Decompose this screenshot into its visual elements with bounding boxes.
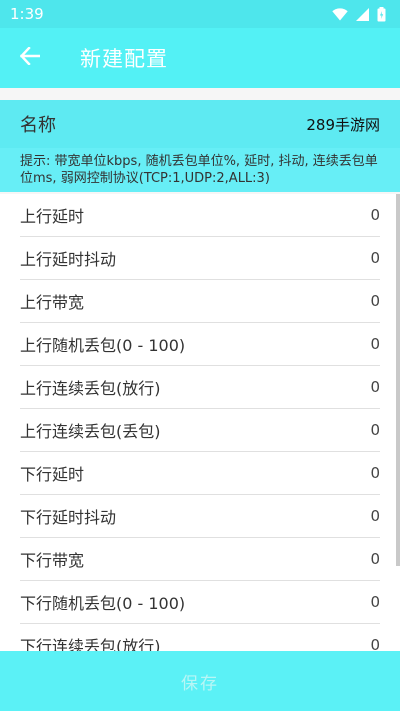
setting-row[interactable]: 上行带宽 0 [20, 280, 380, 323]
name-label: 名称 [20, 115, 56, 136]
setting-label: 上行连续丢包(放行) [20, 379, 161, 398]
setting-value[interactable]: 0 [370, 636, 380, 651]
setting-label: 上行连续丢包(丢包) [20, 422, 161, 441]
setting-row[interactable]: 上行延时 0 [20, 194, 380, 237]
setting-value[interactable]: 0 [370, 206, 380, 224]
save-label: 保存 [181, 673, 219, 694]
page-title: 新建配置 [80, 47, 168, 71]
hint-text: 提示: 带宽单位kbps, 随机丢包单位%, 延时, 抖动, 连续丢包单位ms,… [0, 148, 400, 192]
setting-value[interactable]: 0 [370, 249, 380, 267]
settings-list[interactable]: 上行延时 0 上行延时抖动 0 上行带宽 0 上行随机丢包(0 - 100) 0 上行连续丢包(… [0, 194, 400, 651]
setting-row[interactable]: 上行延时抖动 0 [20, 237, 380, 280]
scrollbar[interactable] [396, 194, 400, 566]
wifi-icon [332, 7, 348, 21]
back-button[interactable] [0, 28, 60, 88]
setting-row[interactable]: 上行随机丢包(0 - 100) 0 [20, 323, 380, 366]
setting-label: 上行随机丢包(0 - 100) [20, 336, 186, 355]
setting-value[interactable]: 0 [370, 378, 380, 396]
setting-value[interactable]: 0 [370, 464, 380, 482]
status-icons [332, 6, 386, 22]
setting-value[interactable]: 0 [370, 292, 380, 310]
setting-label: 下行延时 [20, 465, 85, 484]
setting-row[interactable]: 下行带宽 0 [20, 538, 380, 581]
name-field[interactable]: 名称 289手游网 [0, 100, 400, 148]
setting-row[interactable]: 下行连续丢包(放行) 0 [20, 624, 380, 651]
setting-label: 上行带宽 [20, 293, 85, 312]
battery-icon [377, 6, 386, 22]
setting-value[interactable]: 0 [370, 550, 380, 568]
setting-label: 下行连续丢包(放行) [20, 637, 161, 651]
setting-value[interactable]: 0 [370, 593, 380, 611]
setting-value[interactable]: 0 [370, 421, 380, 439]
setting-row[interactable]: 上行连续丢包(丢包) 0 [20, 409, 380, 452]
arrow-left-icon [19, 46, 41, 69]
name-value[interactable]: 289手游网 [306, 114, 380, 135]
setting-value[interactable]: 0 [370, 335, 380, 353]
setting-value[interactable]: 0 [370, 507, 380, 525]
setting-label: 下行带宽 [20, 551, 85, 570]
status-time: 1:39 [10, 5, 44, 23]
setting-row[interactable]: 上行连续丢包(放行) 0 [20, 366, 380, 409]
save-button[interactable]: 保存 [0, 651, 400, 711]
setting-label: 下行延时抖动 [20, 508, 117, 527]
setting-row[interactable]: 下行延时抖动 0 [20, 495, 380, 538]
status-bar: 1:39 [0, 0, 400, 28]
screen: 1:39 新建配置 名称 289手游网 提示: 带宽单位kbps, 随机丢包单位… [0, 0, 400, 711]
setting-row[interactable]: 下行延时 0 [20, 452, 380, 495]
setting-row[interactable]: 下行随机丢包(0 - 100) 0 [20, 581, 380, 624]
app-bar: 新建配置 [0, 28, 400, 88]
signal-icon [356, 7, 369, 21]
setting-label: 上行延时 [20, 207, 85, 226]
setting-label: 上行延时抖动 [20, 250, 117, 269]
setting-label: 下行随机丢包(0 - 100) [20, 594, 186, 613]
